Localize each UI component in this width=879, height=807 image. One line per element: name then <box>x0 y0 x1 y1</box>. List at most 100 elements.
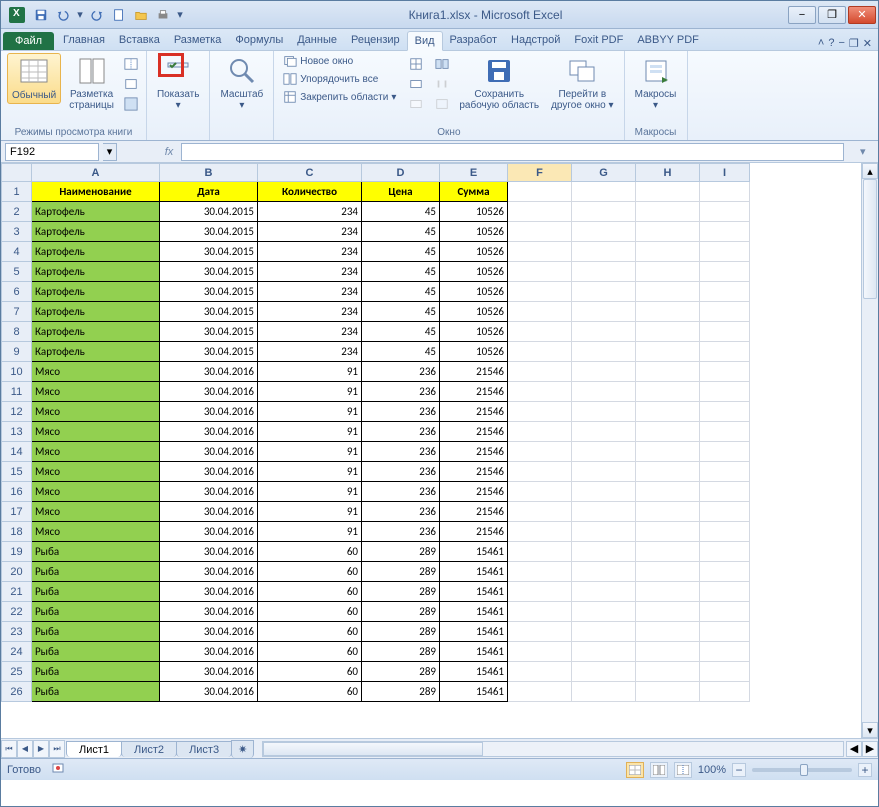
cell[interactable] <box>572 442 636 462</box>
cell[interactable]: Мясо <box>32 482 160 502</box>
cell[interactable] <box>700 382 750 402</box>
cell[interactable] <box>572 602 636 622</box>
cell[interactable] <box>636 682 700 702</box>
cell[interactable]: 30.04.2016 <box>160 382 258 402</box>
cell[interactable]: 289 <box>362 662 440 682</box>
status-page-break-button[interactable] <box>674 762 692 778</box>
cell[interactable]: Картофель <box>32 342 160 362</box>
row-header[interactable]: 13 <box>2 422 32 442</box>
cell[interactable]: Картофель <box>32 262 160 282</box>
column-header-I[interactable]: I <box>700 164 750 182</box>
cell[interactable]: 289 <box>362 602 440 622</box>
cell[interactable] <box>572 522 636 542</box>
cell[interactable]: 236 <box>362 422 440 442</box>
cell[interactable] <box>508 302 572 322</box>
qat-undo-dropdown[interactable]: ▾ <box>75 5 85 25</box>
cell[interactable] <box>636 662 700 682</box>
cell[interactable] <box>700 602 750 622</box>
cell[interactable]: 15461 <box>440 642 508 662</box>
sheet-tab-Лист3[interactable]: Лист3 <box>176 741 232 757</box>
cell[interactable] <box>572 642 636 662</box>
cell[interactable]: 30.04.2016 <box>160 442 258 462</box>
cell[interactable] <box>572 682 636 702</box>
cell[interactable]: 15461 <box>440 602 508 622</box>
cell[interactable] <box>636 582 700 602</box>
zoom-slider-thumb[interactable] <box>800 764 808 776</box>
cell[interactable] <box>636 622 700 642</box>
row-header[interactable]: 5 <box>2 262 32 282</box>
cell[interactable] <box>508 562 572 582</box>
cell[interactable] <box>700 522 750 542</box>
mdi-minimize-button[interactable]: − <box>838 37 844 50</box>
vertical-scrollbar[interactable]: ▴ ▾ <box>861 163 878 738</box>
new-sheet-button[interactable]: ✷ <box>231 740 254 758</box>
cell[interactable]: 234 <box>258 342 362 362</box>
cell[interactable]: Мясо <box>32 462 160 482</box>
cell[interactable]: 21546 <box>440 502 508 522</box>
page-break-preview-button[interactable] <box>122 55 140 73</box>
cell[interactable]: 60 <box>258 682 362 702</box>
cell[interactable] <box>700 662 750 682</box>
cell[interactable]: 30.04.2015 <box>160 262 258 282</box>
cell[interactable]: 15461 <box>440 542 508 562</box>
help-icon[interactable]: ? <box>828 37 834 50</box>
cell[interactable]: 30.04.2016 <box>160 642 258 662</box>
cell[interactable]: Рыба <box>32 642 160 662</box>
cell[interactable]: 289 <box>362 622 440 642</box>
cell[interactable]: 30.04.2016 <box>160 622 258 642</box>
cell[interactable]: 234 <box>258 262 362 282</box>
cell[interactable] <box>700 562 750 582</box>
cell[interactable] <box>636 502 700 522</box>
cell[interactable] <box>508 642 572 662</box>
zoom-slider[interactable] <box>752 768 852 772</box>
cell[interactable] <box>572 282 636 302</box>
ribbon-tab-надстрой[interactable]: Надстрой <box>504 31 567 50</box>
cell[interactable] <box>572 262 636 282</box>
fullscreen-button[interactable] <box>122 95 140 113</box>
cell[interactable]: 234 <box>258 242 362 262</box>
cell[interactable]: 10526 <box>440 322 508 342</box>
cell[interactable] <box>700 642 750 662</box>
cell[interactable]: 234 <box>258 322 362 342</box>
arrange-all-button[interactable]: Упорядочить все <box>280 71 399 87</box>
cell[interactable] <box>636 282 700 302</box>
cell[interactable] <box>508 442 572 462</box>
cell[interactable]: 21546 <box>440 382 508 402</box>
cell[interactable]: 234 <box>258 282 362 302</box>
cell[interactable] <box>636 602 700 622</box>
view-side-by-side-button[interactable] <box>433 55 451 73</box>
cell[interactable] <box>508 422 572 442</box>
qat-customize-dropdown[interactable]: ▾ <box>175 5 185 25</box>
row-header[interactable]: 19 <box>2 542 32 562</box>
cell[interactable] <box>636 202 700 222</box>
custom-views-button[interactable] <box>122 75 140 93</box>
cell[interactable]: 91 <box>258 522 362 542</box>
zoom-out-button[interactable]: − <box>732 763 746 777</box>
row-header[interactable]: 2 <box>2 202 32 222</box>
minimize-button[interactable]: − <box>788 6 816 24</box>
cell[interactable]: 289 <box>362 682 440 702</box>
cell[interactable]: Рыба <box>32 622 160 642</box>
cell[interactable] <box>700 622 750 642</box>
cell[interactable] <box>700 482 750 502</box>
header-cell[interactable]: Цена <box>362 182 440 202</box>
cell[interactable]: 289 <box>362 562 440 582</box>
zoom-in-button[interactable]: + <box>858 763 872 777</box>
ribbon-tab-разработ[interactable]: Разработ <box>443 31 504 50</box>
cell[interactable]: 30.04.2015 <box>160 282 258 302</box>
cell[interactable]: 30.04.2016 <box>160 602 258 622</box>
cell[interactable]: 45 <box>362 222 440 242</box>
cell[interactable]: Рыба <box>32 682 160 702</box>
column-header-F[interactable]: F <box>508 164 572 182</box>
cell[interactable]: 45 <box>362 282 440 302</box>
cell[interactable] <box>700 422 750 442</box>
cell[interactable] <box>572 242 636 262</box>
freeze-panes-button[interactable]: Закрепить области ▾ <box>280 89 399 105</box>
cell[interactable]: 91 <box>258 362 362 382</box>
cell[interactable]: 236 <box>362 482 440 502</box>
cell[interactable] <box>572 402 636 422</box>
cell[interactable]: 234 <box>258 222 362 242</box>
cell[interactable]: 236 <box>362 502 440 522</box>
cell[interactable]: 60 <box>258 562 362 582</box>
cell[interactable] <box>572 202 636 222</box>
